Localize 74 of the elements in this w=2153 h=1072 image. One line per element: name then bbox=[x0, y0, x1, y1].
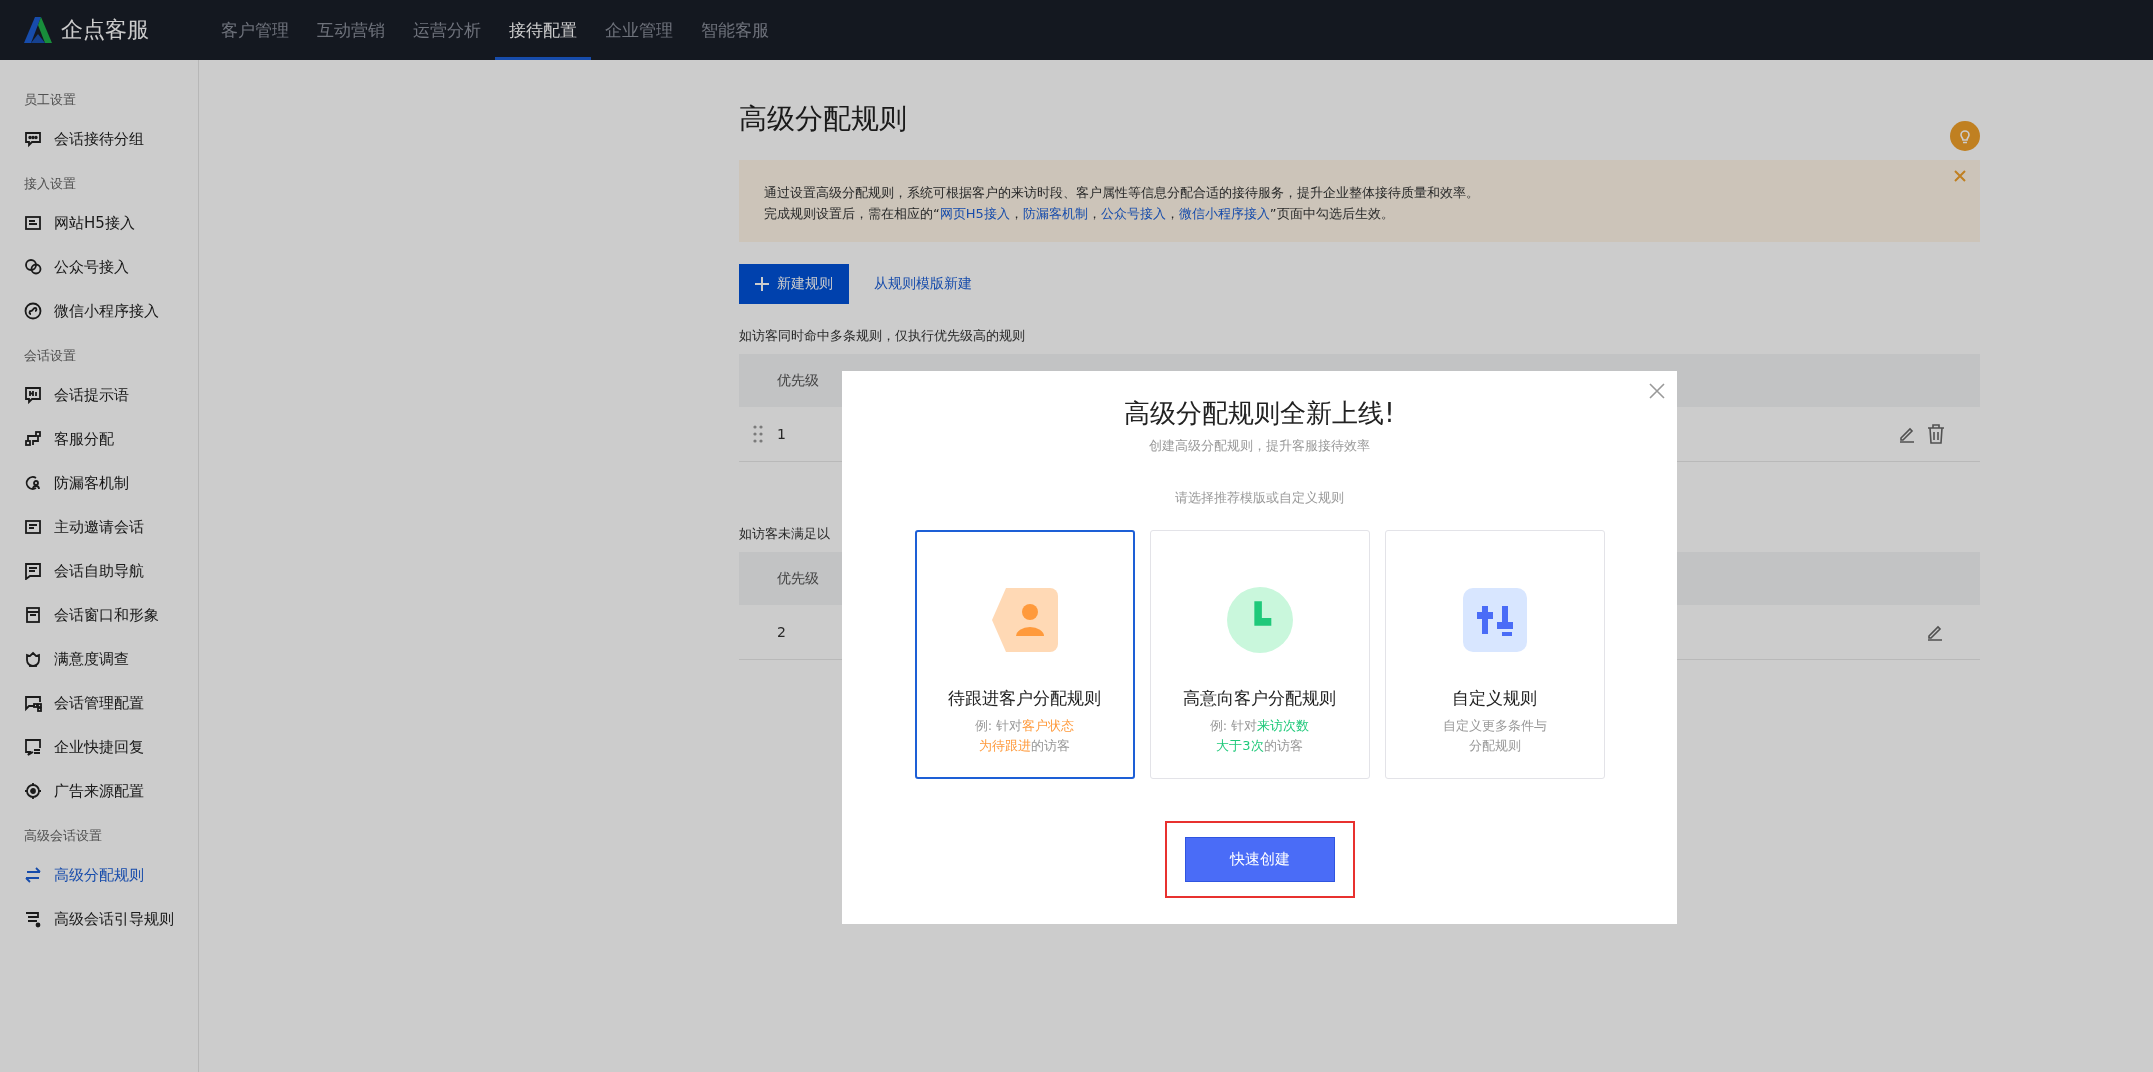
sliders-icon bbox=[1462, 587, 1527, 653]
sidebar-item[interactable]: 会话提示语 bbox=[0, 373, 198, 417]
plus-icon bbox=[755, 277, 769, 291]
dialog-prompt: 请选择推荐模版或自定义规则 bbox=[1174, 489, 1345, 507]
sidebar-item[interactable]: 会话窗口和形象 bbox=[0, 593, 198, 637]
sidebar-item[interactable]: 网站H5接入 bbox=[0, 201, 198, 245]
nav-tab[interactable]: 智能客服 bbox=[687, 0, 783, 60]
nav-tab[interactable]: 运营分析 bbox=[399, 0, 495, 60]
sidebar-item[interactable]: 客服分配 bbox=[0, 417, 198, 461]
sidebar-item[interactable]: 高级分配规则 bbox=[0, 853, 198, 897]
product-name: 企点客服 bbox=[61, 16, 149, 44]
card-title: 待跟进客户分配规则 bbox=[948, 687, 1101, 710]
group-title: 员工设置 bbox=[23, 91, 77, 109]
sidebar-item[interactable]: 高级会话引导规则 bbox=[0, 897, 198, 941]
info-text: 完成规则设置后，需在相应的“网页H5接入，防漏客机制，公众号接入，微信小程序接入”页面中勾选后生效。 bbox=[764, 203, 1955, 224]
group-title: 高级会话设置 bbox=[23, 827, 103, 845]
card-title: 自定义规则 bbox=[1452, 687, 1537, 710]
card-description: 自定义更多条件与 分配规则 bbox=[1442, 717, 1547, 755]
sidebar-item[interactable]: 企业快捷回复 bbox=[0, 725, 198, 769]
quick-create-button[interactable]: 快速创建 bbox=[1184, 837, 1335, 882]
hi-icon bbox=[24, 386, 42, 404]
nav-tab[interactable]: 企业管理 bbox=[591, 0, 687, 60]
nav-tab[interactable]: 互动营销 bbox=[303, 0, 399, 60]
column-header: 优先级 bbox=[777, 569, 819, 588]
table-cell-text: 1 bbox=[777, 426, 787, 442]
nav-tab[interactable]: 接待配置 bbox=[495, 0, 591, 60]
template-link[interactable]: 从规则模版新建 bbox=[874, 275, 972, 293]
template-card[interactable]: 高意向客户分配规则 例: 针对来访次数 大于3次的访客 bbox=[1149, 530, 1370, 779]
card-title: 高意向客户分配规则 bbox=[1183, 687, 1336, 710]
dialog-subtitle: 创建高级分配规则，提升客服接待效率 bbox=[1148, 437, 1371, 455]
sidebar-item[interactable]: 广告来源配置 bbox=[0, 769, 198, 813]
sidebar-item[interactable]: 微信小程序接入 bbox=[0, 289, 198, 333]
chat-icon bbox=[24, 130, 42, 148]
sidebar-item[interactable]: 会话自助导航 bbox=[0, 549, 198, 593]
sidebar-item[interactable]: 公众号接入 bbox=[0, 245, 198, 289]
page-link[interactable]: 公众号接入 bbox=[1100, 203, 1166, 224]
table-cell-text: 2 bbox=[777, 624, 787, 640]
new-rule-button[interactable]: 新建规则 bbox=[739, 264, 849, 304]
group-title: 会话设置 bbox=[23, 347, 77, 365]
rule-note: 如访客同时命中多条规则，仅执行优先级高的规则 bbox=[739, 327, 1026, 345]
template-card[interactable]: 待跟进客户分配规则 例: 针对客户状态 为待跟进的访客 bbox=[914, 530, 1135, 779]
clock-icon bbox=[1224, 587, 1295, 653]
group-title: 接入设置 bbox=[23, 175, 77, 193]
close-icon[interactable] bbox=[1649, 383, 1665, 399]
dialog-title: 高级分配规则全新上线! bbox=[1123, 397, 1396, 430]
drag-handle-icon[interactable] bbox=[753, 425, 763, 443]
target-icon bbox=[24, 782, 42, 800]
sidebar-item[interactable]: 主动邀请会话 bbox=[0, 505, 198, 549]
delete-icon[interactable] bbox=[1927, 424, 1945, 444]
template-card[interactable]: 自定义规则 自定义更多条件与 分配规则 bbox=[1384, 530, 1605, 779]
nav-tab[interactable]: 客户管理 bbox=[207, 0, 303, 60]
sidebar-item[interactable]: 会话管理配置 bbox=[0, 681, 198, 725]
reply-icon bbox=[24, 738, 42, 756]
info-text: 通过设置高级分配规则，系统可根据客户的来访时段、客户属性等信息分配合适的接待服务，提升企业整体接待质量和效率。 bbox=[764, 184, 1480, 202]
column-header: 优先级 bbox=[777, 371, 819, 390]
sidebar-item[interactable]: 会话接待分组 bbox=[0, 117, 198, 161]
lightbulb-icon[interactable] bbox=[1950, 121, 1980, 151]
page-link[interactable]: 微信小程序接入 bbox=[1178, 203, 1270, 224]
link-icon bbox=[24, 302, 42, 320]
message-icon bbox=[24, 562, 42, 580]
page-link[interactable]: 网页H5接入 bbox=[939, 203, 1010, 224]
sidebar-item[interactable]: 防漏客机制 bbox=[0, 461, 198, 505]
card-description: 例: 针对来访次数 大于3次的访客 bbox=[1209, 717, 1310, 755]
screen-icon bbox=[24, 214, 42, 232]
page-link[interactable]: 防漏客机制 bbox=[1022, 203, 1088, 224]
close-icon[interactable] bbox=[1954, 170, 1966, 182]
sidebar-item[interactable]: 满意度调查 bbox=[0, 637, 198, 681]
rule-note: 如访客未满足以 bbox=[739, 525, 831, 543]
card-description: 例: 针对客户状态 为待跟进的访客 bbox=[974, 717, 1075, 755]
logo-icon bbox=[23, 16, 53, 44]
person-icon bbox=[991, 587, 1058, 653]
page-title: 高级分配规则 bbox=[739, 101, 907, 137]
window-icon bbox=[24, 606, 42, 624]
swap-icon bbox=[24, 866, 42, 884]
